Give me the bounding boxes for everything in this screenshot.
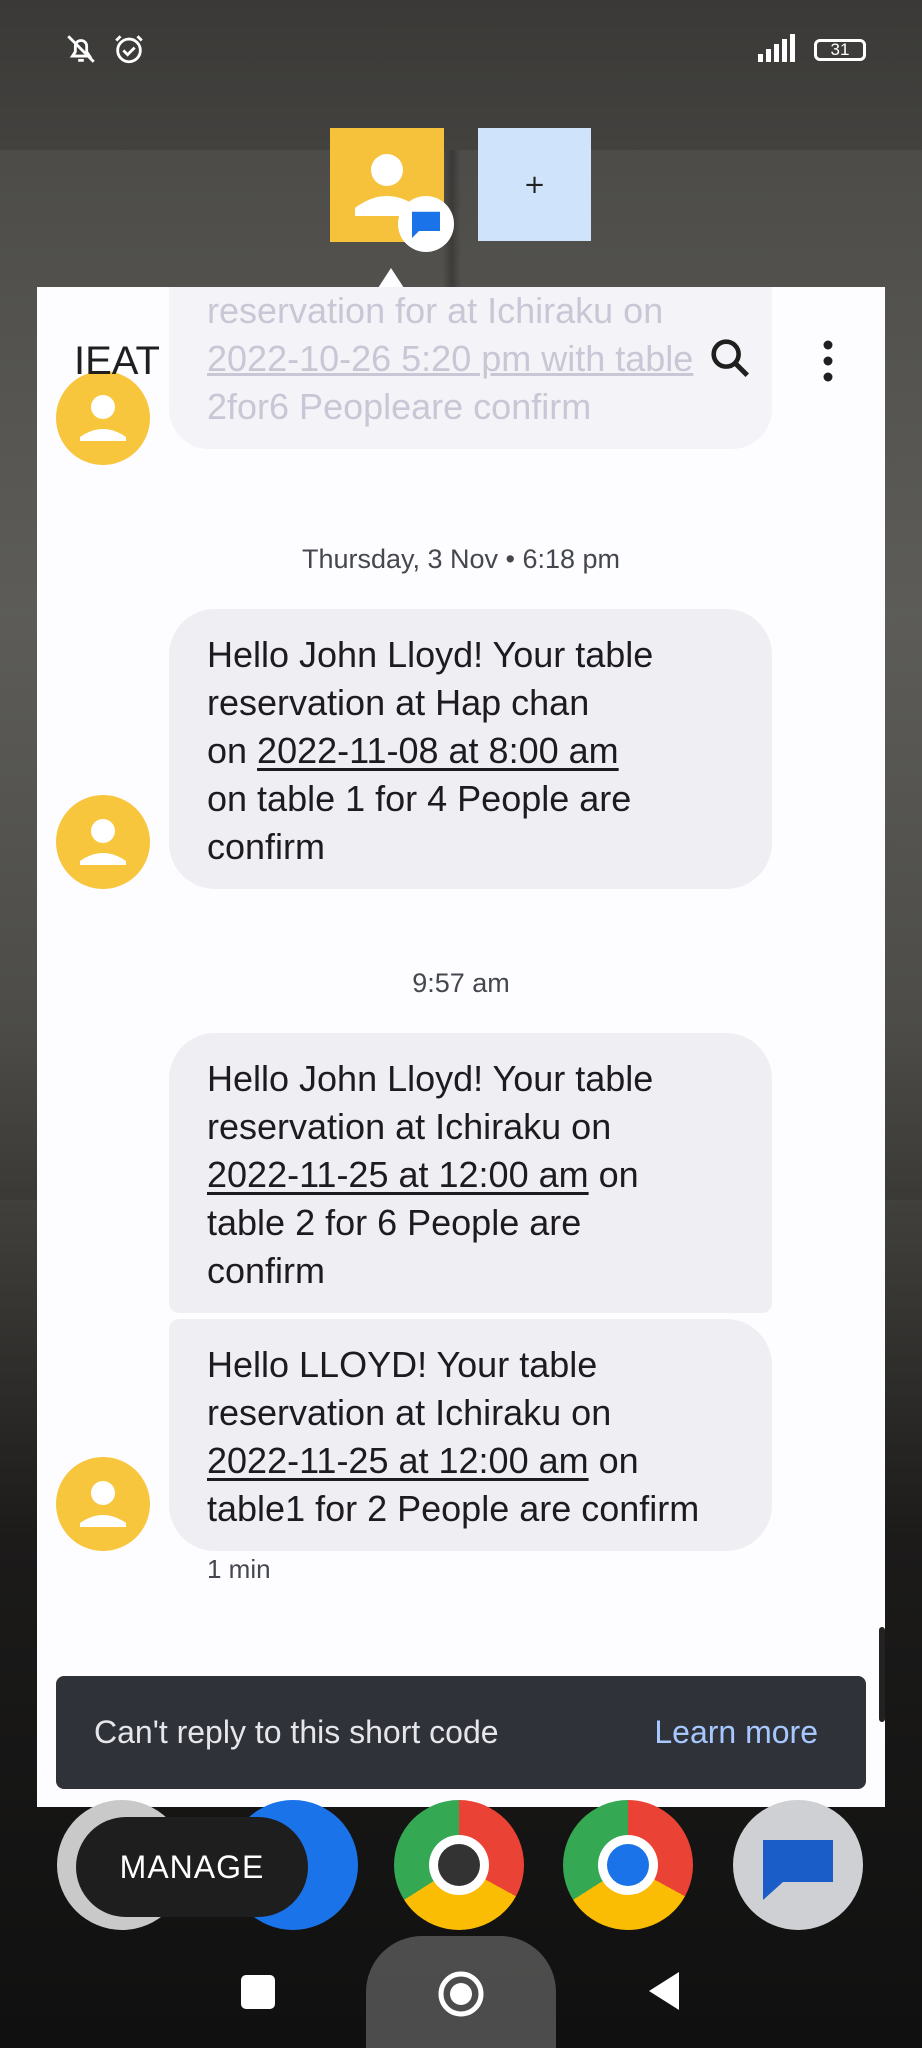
messages-app-icon[interactable] <box>733 1800 863 1930</box>
message-bubble[interactable]: Hello LLOYD! Your table reservation at I… <box>169 1319 772 1551</box>
message-line: table1 for 2 People are confirm <box>207 1488 700 1529</box>
message-line: on 2022-11-08 at 8:00 am <box>207 727 734 775</box>
date-link[interactable]: 2022-11-25 at 12:00 am <box>207 1440 589 1481</box>
avatar <box>56 1457 150 1551</box>
recent-apps-icon[interactable] <box>241 1975 275 2009</box>
chrome-icon[interactable] <box>563 1800 693 1930</box>
message-line: confirm <box>207 826 326 867</box>
message-line: Hello LLOYD! Your table <box>207 1344 598 1385</box>
conversation-header: IEAT <box>37 287 885 437</box>
message-line: Hello John Lloyd! Your table <box>207 634 654 675</box>
alarm-icon <box>112 32 146 70</box>
bell-off-icon <box>64 32 98 70</box>
message-bubble[interactable]: Hello John Lloyd! Your table reservation… <box>169 1033 772 1313</box>
date-link[interactable]: 2022-11-25 at 12:00 am <box>207 1154 589 1195</box>
message-line: confirm <box>207 1250 326 1291</box>
add-bubble-button[interactable]: + <box>478 128 591 241</box>
messages-icon <box>398 196 454 252</box>
more-vert-icon[interactable] <box>818 339 838 387</box>
message-line: 2022-11-25 at 12:00 am on <box>207 1437 734 1485</box>
battery-indicator: 31 <box>814 39 866 61</box>
conversation-title: IEAT <box>74 339 160 383</box>
snackbar: Can't reply to this short code Learn mor… <box>56 1676 866 1789</box>
timestamp: 9:57 am <box>412 968 510 998</box>
message-text: on <box>588 1154 639 1195</box>
bubble-pointer <box>378 268 404 288</box>
snackbar-text: Can't reply to this short code <box>94 1714 499 1750</box>
scrollbar[interactable] <box>879 1627 885 1722</box>
back-icon[interactable] <box>645 1970 681 2016</box>
search-icon[interactable] <box>707 335 753 385</box>
message-line: 2022-11-25 at 12:00 am on <box>207 1151 734 1199</box>
avatar <box>56 795 150 889</box>
message-text: on <box>588 1440 639 1481</box>
message-line: reservation at Hap chan <box>207 682 590 723</box>
message-line: reservation at Ichiraku on <box>207 1392 612 1433</box>
message-line: table 2 for 6 People are <box>207 1202 582 1243</box>
message-text: on <box>207 730 258 771</box>
manage-button[interactable]: MANAGE <box>76 1817 308 1917</box>
message-bubble[interactable]: Hello John Lloyd! Your table reservation… <box>169 609 772 889</box>
signal-icon <box>758 34 802 66</box>
conversation-panel: reservation for at Ichiraku on 2022-10-2… <box>37 287 885 1807</box>
timestamp: Thursday, 3 Nov • 6:18 pm <box>301 544 621 574</box>
chrome-icon[interactable] <box>394 1800 524 1930</box>
home-icon[interactable] <box>437 1970 485 2022</box>
message-time: 1 min <box>207 1554 271 1584</box>
message-line: Hello John Lloyd! Your table <box>207 1058 654 1099</box>
message-line: on table 1 for 4 People are <box>207 778 632 819</box>
date-link[interactable]: 2022-11-08 at 8:00 am <box>257 730 619 771</box>
message-line: reservation at Ichiraku on <box>207 1106 612 1147</box>
status-bar: 31 <box>0 0 922 100</box>
learn-more-button[interactable]: Learn more <box>654 1714 818 1751</box>
